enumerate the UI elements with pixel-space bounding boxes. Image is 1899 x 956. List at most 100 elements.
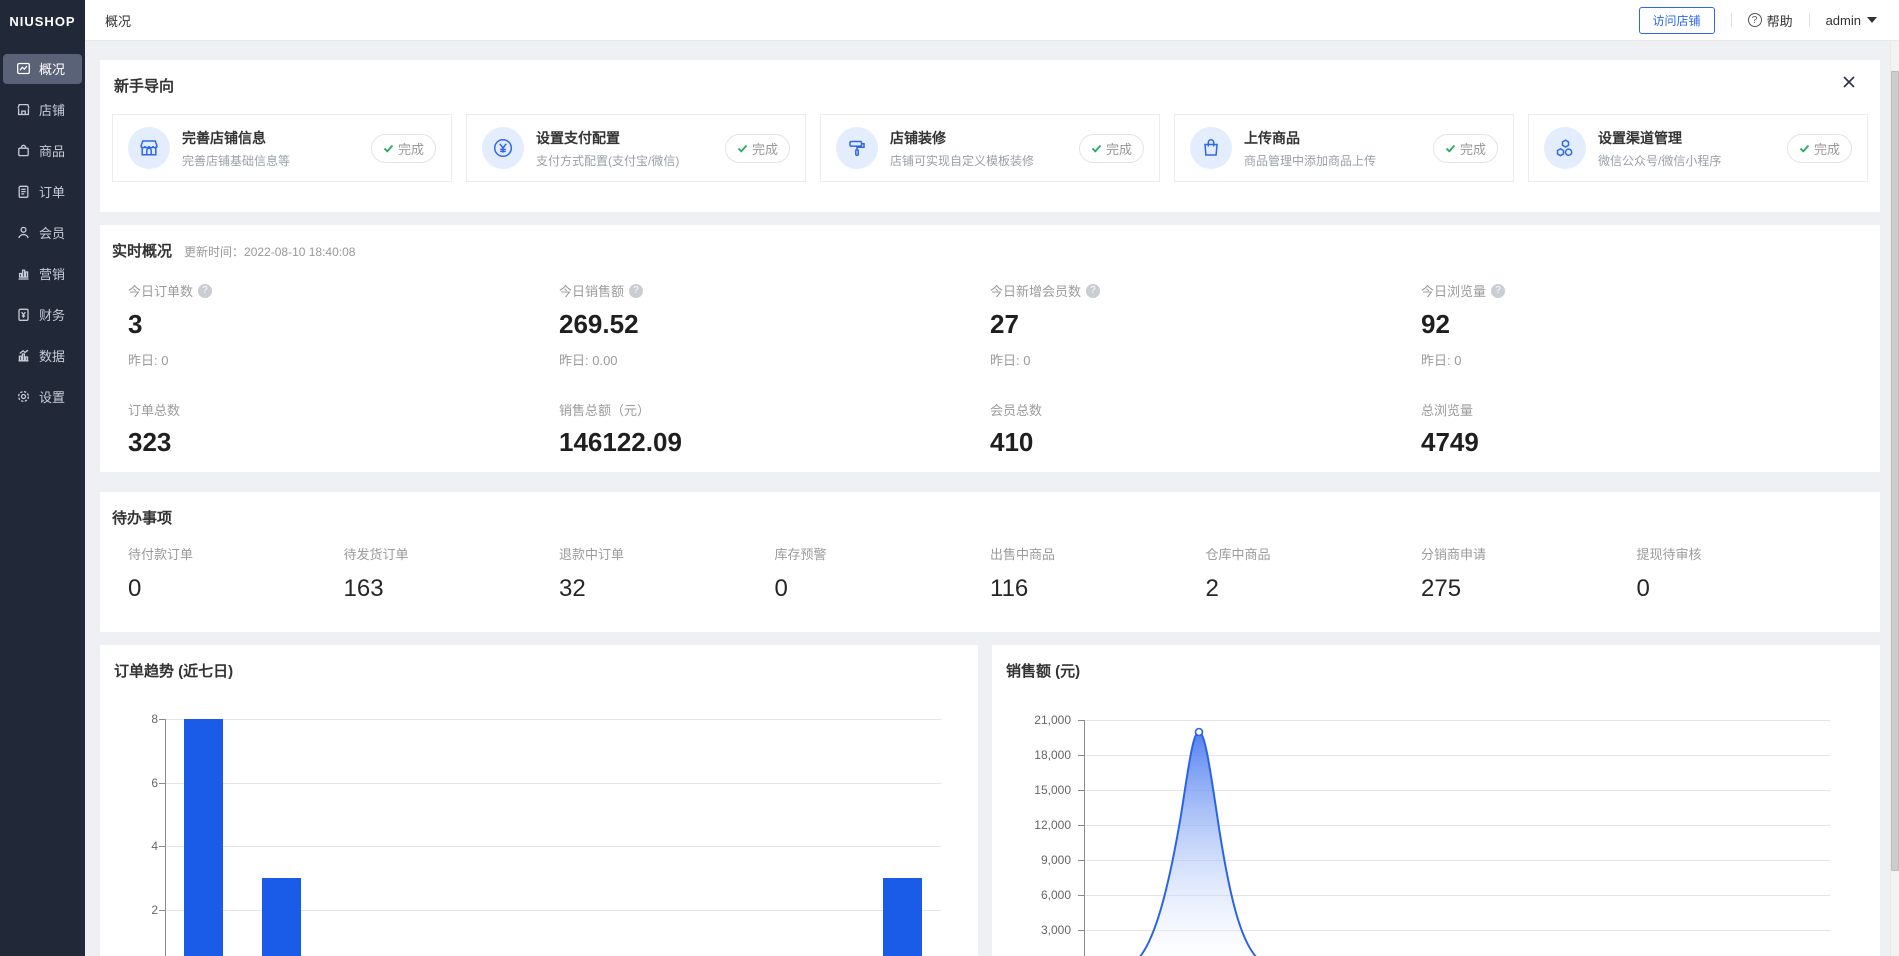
help-icon <box>1086 284 1100 298</box>
guide-card-desc: 完善店铺基础信息等 <box>182 152 290 169</box>
y-tick-label: 4 <box>112 839 158 853</box>
sidebar-item-label: 营销 <box>39 264 65 283</box>
sidebar-item-order[interactable]: 订单 <box>3 177 82 207</box>
peak-marker <box>1196 729 1203 736</box>
guide-card-title: 设置支付配置 <box>536 128 679 148</box>
stat-value: 27 <box>990 309 1421 340</box>
chevron-down-icon <box>1867 17 1877 23</box>
sidebar-item-label: 会员 <box>39 223 65 242</box>
stat-yesterday: 昨日: 0.00 <box>559 350 990 369</box>
y-tick-label: 6,000 <box>1025 888 1071 902</box>
order-icon <box>16 184 31 199</box>
guide-card-store-info[interactable]: 完善店铺信息 完善店铺基础信息等 完成 <box>112 114 452 182</box>
guide-card-channel[interactable]: 设置渠道管理 微信公众号/微信小程序 完成 <box>1528 114 1868 182</box>
guide-card-desc: 店铺可实现自定义模板装修 <box>890 152 1034 169</box>
stat-yesterday: 昨日: 0 <box>990 350 1421 369</box>
todo-grid: 待付款订单0 待发货订单163 退款中订单32 库存预警0 出售中商品116 仓… <box>128 544 1852 603</box>
question-circle-icon <box>1748 13 1762 27</box>
stat-today-views: 今日浏览量 92 昨日: 0 总浏览量 4749 <box>1421 275 1852 458</box>
check-icon <box>383 143 394 154</box>
area-fill <box>1130 732 1268 956</box>
todo-item-on-sale[interactable]: 出售中商品116 <box>990 544 1206 603</box>
sidebar-item-marketing[interactable]: 营销 <box>3 259 82 289</box>
sidebar-item-label: 数据 <box>39 346 65 365</box>
sidebar: NIUSHOP 概况 店铺 商品 订单 会员 营销 财务 <box>0 0 85 956</box>
help-icon <box>629 284 643 298</box>
stat-yesterday: 昨日: 0 <box>1421 350 1852 369</box>
guide-card-decorate[interactable]: 店铺装修 店铺可实现自定义模板装修 完成 <box>820 114 1160 182</box>
marketing-icon <box>16 266 31 281</box>
done-badge: 完成 <box>1433 134 1498 163</box>
y-axis <box>165 719 166 956</box>
help-icon <box>1491 284 1505 298</box>
todo-panel: 待办事项 待付款订单0 待发货订单163 退款中订单32 库存预警0 出售中商品… <box>100 492 1880 632</box>
guide-card-upload-goods[interactable]: 上传商品 商品管理中添加商品上传 完成 <box>1174 114 1514 182</box>
y-tick-label: 9,000 <box>1025 853 1071 867</box>
y-tick-label: 18,000 <box>1025 748 1071 762</box>
stat-today-sales: 今日销售额 269.52 昨日: 0.00 销售总额（元） 146122.09 <box>559 275 990 458</box>
order-trend-chart: 8642 <box>100 645 978 956</box>
gridline <box>165 719 941 720</box>
realtime-stats-grid: 今日订单数 3 昨日: 0 订单总数 323 今日销售额 269.52 昨日: … <box>128 275 1852 458</box>
sidebar-item-settings[interactable]: 设置 <box>3 382 82 412</box>
gridline <box>165 783 941 784</box>
stat-value: 269.52 <box>559 309 990 340</box>
sidebar-item-label: 概况 <box>39 59 65 78</box>
guide-title: 新手导向 <box>114 75 174 96</box>
sidebar-item-label: 商品 <box>39 141 65 160</box>
decorate-icon <box>836 127 878 169</box>
goods-icon <box>16 143 31 158</box>
y-tick-label: 8 <box>112 712 158 726</box>
vertical-scrollbar[interactable] <box>1890 41 1899 956</box>
channel-icon <box>1544 127 1586 169</box>
stat-total-value: 323 <box>128 427 559 458</box>
sidebar-item-label: 店铺 <box>39 100 65 119</box>
y-tick-label: 15,000 <box>1025 783 1071 797</box>
realtime-overview-panel: 实时概况 更新时间：2022-08-10 18:40:08 今日订单数 3 昨日… <box>100 225 1880 472</box>
sidebar-item-shop[interactable]: 店铺 <box>3 95 82 125</box>
breadcrumb: 概况 <box>105 11 131 30</box>
sales-area-curve <box>1084 720 1830 956</box>
todo-item-unpaid[interactable]: 待付款订单0 <box>128 544 344 603</box>
sidebar-item-label: 设置 <box>39 387 65 406</box>
y-tick-label: 21,000 <box>1025 713 1071 727</box>
user-menu[interactable]: admin <box>1826 13 1879 28</box>
visit-shop-button[interactable]: 访问店铺 <box>1639 7 1715 34</box>
stat-total-value: 146122.09 <box>559 427 990 458</box>
sidebar-item-label: 订单 <box>39 182 65 201</box>
realtime-title: 实时概况 <box>112 240 172 261</box>
help-button[interactable]: 帮助 <box>1748 11 1793 30</box>
sidebar-item-data[interactable]: 数据 <box>3 341 82 371</box>
guide-card-title: 完善店铺信息 <box>182 128 290 148</box>
guide-card-payment[interactable]: 设置支付配置 支付方式配置(支付宝/微信) 完成 <box>466 114 806 182</box>
sidebar-item-overview[interactable]: 概况 <box>3 54 82 84</box>
sidebar-item-member[interactable]: 会员 <box>3 218 82 248</box>
settings-icon <box>16 389 31 404</box>
done-badge: 完成 <box>371 134 436 163</box>
newbie-guide-panel: 新手导向 完善店铺信息 完善店铺基础信息等 完成 设置支付配置 支付方式配置( <box>100 60 1880 212</box>
storefront-icon <box>128 127 170 169</box>
close-icon[interactable] <box>1840 73 1858 91</box>
sidebar-item-label: 财务 <box>39 305 65 324</box>
order-trend-chart-panel: 订单趋势 (近七日) 8642 <box>100 645 978 956</box>
done-badge: 完成 <box>1787 134 1852 163</box>
stat-today-orders: 今日订单数 3 昨日: 0 订单总数 323 <box>128 275 559 458</box>
sidebar-item-goods[interactable]: 商品 <box>3 136 82 166</box>
scrollbar-thumb[interactable] <box>1891 71 1899 871</box>
stat-today-new-members: 今日新增会员数 27 昨日: 0 会员总数 410 <box>990 275 1421 458</box>
todo-item-in-warehouse[interactable]: 仓库中商品2 <box>1206 544 1422 603</box>
sidebar-item-finance[interactable]: 财务 <box>3 300 82 330</box>
stat-total-label: 会员总数 <box>990 400 1421 419</box>
stat-value: 92 <box>1421 309 1852 340</box>
todo-item-to-ship[interactable]: 待发货订单163 <box>344 544 560 603</box>
y-tick-label: 12,000 <box>1025 818 1071 832</box>
done-badge: 完成 <box>1079 134 1144 163</box>
todo-item-distributor-apply[interactable]: 分销商申请275 <box>1421 544 1637 603</box>
stat-total-label: 总浏览量 <box>1421 400 1852 419</box>
todo-item-withdraw-review[interactable]: 提现待审核0 <box>1637 544 1853 603</box>
todo-item-refunding[interactable]: 退款中订单32 <box>559 544 775 603</box>
todo-item-stock-warning[interactable]: 库存预警0 <box>775 544 991 603</box>
guide-card-desc: 支付方式配置(支付宝/微信) <box>536 152 679 169</box>
y-tick-label: 2 <box>112 903 158 917</box>
check-icon <box>1091 143 1102 154</box>
